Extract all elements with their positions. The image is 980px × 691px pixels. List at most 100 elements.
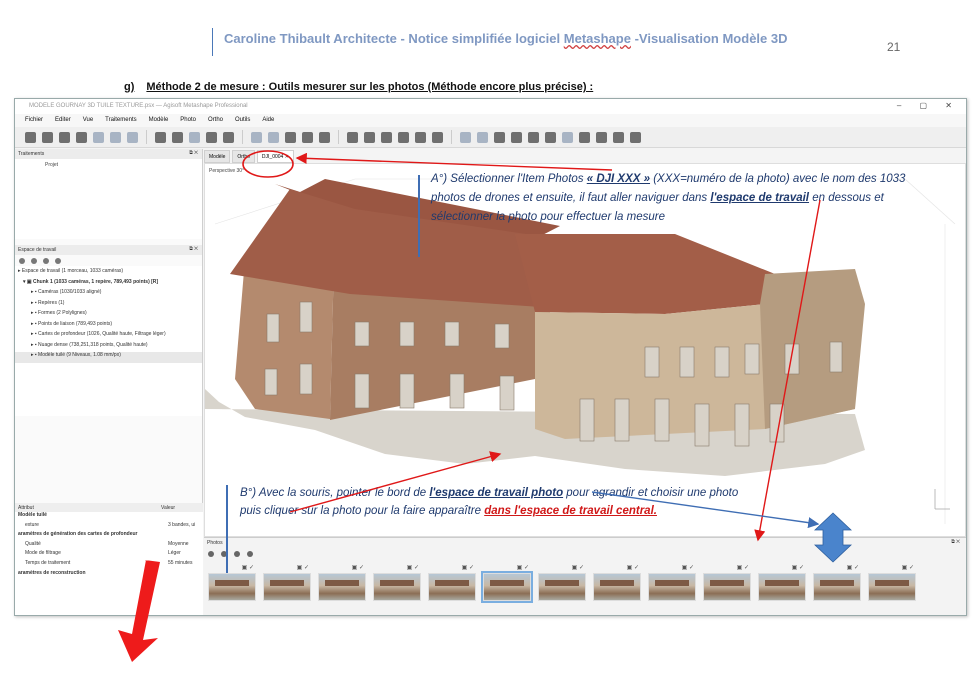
check-icon: ▣ ✓ (681, 565, 694, 571)
view-tabs: Modèle Ortho DJI_0004 ✕ (204, 150, 294, 163)
photo-thumbnail[interactable]: ▣ ✓ (813, 564, 861, 604)
menu-item-7[interactable]: Outils (235, 117, 250, 127)
menu-item-8[interactable]: Aide (262, 117, 274, 127)
toolbar-tool-icon[interactable] (494, 131, 505, 143)
toolbar-tool-icon[interactable] (545, 131, 556, 143)
photo-thumbnail[interactable]: ▣ ✓ (593, 564, 641, 604)
toolbar-tool-icon[interactable] (562, 131, 573, 143)
annotation-a: A°) Sélectionner l'Item Photos « DJI XXX… (431, 173, 906, 223)
toolbar-tool-icon[interactable] (347, 131, 358, 143)
menu-item-3[interactable]: Traitements (105, 117, 136, 127)
tab-ortho[interactable]: Ortho (232, 150, 255, 163)
workspace-tree-item[interactable]: ▸ ▪ Caméras (1030/1033 aligné) (15, 289, 202, 300)
menu-item-4[interactable]: Modèle (149, 117, 169, 127)
workspace-tree-item[interactable]: ▸ Espace de travail (1 morceau, 1033 cam… (15, 268, 202, 279)
photo-thumbnail[interactable]: ▣ ✓ (648, 564, 696, 604)
toolbar-tool-icon[interactable] (579, 131, 590, 143)
workspace-tree-item[interactable]: ▸ ▪ Points de liaison (789,493 points) (15, 321, 202, 332)
properties-panel: Attribut Valeur Modèle tuilé exture 3 bande… (15, 503, 203, 615)
toolbar-tool-icon[interactable] (189, 131, 200, 143)
photo-thumbnail[interactable]: ▣ ✓ (263, 564, 311, 604)
tab-mod-le[interactable]: Modèle (204, 150, 231, 163)
toolbar-tool-icon[interactable] (93, 131, 104, 143)
photo-thumbnail[interactable]: ▣ ✓ (868, 564, 916, 604)
menu-item-6[interactable]: Ortho (208, 117, 223, 127)
toolbar (15, 127, 966, 148)
toolbar-tool-icon[interactable] (528, 131, 539, 143)
toolbar-separator (338, 130, 339, 144)
tab-dji-0004[interactable]: DJI_0004 ✕ (256, 150, 294, 163)
toolbar-tool-icon[interactable] (127, 131, 138, 143)
photos-panel[interactable]: Photos ⧉ ✕ ▣ ✓ ▣ ✓ ▣ ✓ ▣ ✓ ▣ ✓ ▣ ✓ ▣ ✓ ▣ ✓ ▣ ✓ ▣ ✓… (204, 537, 966, 615)
record-icon[interactable] (43, 257, 49, 264)
toolbar-tool-icon[interactable] (511, 131, 522, 143)
toolbar-tool-icon[interactable] (477, 131, 488, 143)
stop-icon[interactable] (55, 257, 61, 264)
toolbar-tool-icon[interactable] (76, 131, 87, 143)
workspace-tree-item[interactable]: ▸ ▪ Modèle tuilé (9 Niveaux, 1.08 mm/px) (15, 352, 202, 363)
workspace-tree-item[interactable]: ▸ ▪ Formes (2 Polylignes) (15, 310, 202, 321)
toolbar-tool-icon[interactable] (223, 131, 234, 143)
check-icon: ▣ ✓ (351, 565, 364, 571)
toolbar-tool-icon[interactable] (110, 131, 121, 143)
photo-thumbnail[interactable]: ▣ ✓ (703, 564, 751, 604)
toolbar-tool-icon[interactable] (364, 131, 375, 143)
workspace-tree-item[interactable]: ▸ ▪ Cartes de profondeur (1026, Qualité … (15, 331, 202, 342)
photos-panel-header: Photos ⧉ ✕ (207, 539, 960, 546)
menu-item-5[interactable]: Photo (180, 117, 196, 127)
toolbar-separator (146, 130, 147, 144)
toolbar-tool-icon[interactable] (172, 131, 183, 143)
menu-item-1[interactable]: Editer (55, 117, 71, 127)
toolbar-tool-icon[interactable] (155, 131, 166, 143)
check-icon: ▣ ✓ (406, 565, 419, 571)
workspace-toolbar (15, 255, 202, 266)
workspace-tree-item[interactable]: ▸ ▪ Nuage dense (738,251,318 points, Qua… (15, 342, 202, 353)
check-icon: ▣ ✓ (516, 565, 529, 571)
section-heading: g) Méthode 2 de mesure : Outils mesurer s… (124, 81, 594, 93)
property-row: exture 3 bandes, ui (25, 521, 196, 528)
workspace-tree-item[interactable]: ▾ ▣ Chunk 1 (1033 caméras, 1 repère, 789… (15, 279, 202, 290)
traitements-panel: Projet (15, 159, 202, 239)
toolbar-tool-icon[interactable] (25, 131, 36, 143)
toolbar-tool-icon[interactable] (319, 131, 330, 143)
photo-thumbnail[interactable]: ▣ ✓ (481, 564, 533, 604)
toolbar-tool-icon[interactable] (432, 131, 443, 143)
remove-icon[interactable] (234, 551, 240, 557)
toolbar-tool-icon[interactable] (630, 131, 641, 143)
toolbar-tool-icon[interactable] (285, 131, 296, 143)
toolbar-tool-icon[interactable] (268, 131, 279, 143)
toolbar-tool-icon[interactable] (398, 131, 409, 143)
menu-item-0[interactable]: Fichier (25, 117, 43, 127)
annotation-b-bar (226, 485, 228, 573)
viewport-label: Perspective 30° (209, 168, 245, 174)
window-controls[interactable]: – ▢ ✕ (897, 101, 960, 110)
toolbar-tool-icon[interactable] (59, 131, 70, 143)
photo-thumbnail[interactable]: ▣ ✓ (373, 564, 421, 604)
property-row: Qualité Moyenne (25, 540, 189, 547)
check-icon: ▣ ✓ (901, 565, 914, 571)
window-title-bar: MODELE GOURNAY 3D TUILE TEXTURE.psx — Ag… (15, 99, 966, 114)
workspace-tree-item[interactable]: ▸ ▪ Repères (1) (15, 300, 202, 311)
photo-thumbnail[interactable]: ▣ ✓ (538, 564, 586, 604)
toolbar-tool-icon[interactable] (42, 131, 53, 143)
enable-icon[interactable] (208, 551, 214, 557)
toolbar-tool-icon[interactable] (302, 131, 313, 143)
photo-thumbnail[interactable]: ▣ ✓ (758, 564, 806, 604)
remove-icon[interactable] (31, 257, 37, 264)
toolbar-tool-icon[interactable] (206, 131, 217, 143)
menu-item-2[interactable]: Vue (83, 117, 93, 127)
check-icon: ▣ ✓ (296, 565, 309, 571)
view-mode-icon[interactable] (247, 551, 253, 557)
toolbar-tool-icon[interactable] (460, 131, 471, 143)
toolbar-tool-icon[interactable] (613, 131, 624, 143)
page-number: 21 (887, 40, 901, 54)
toolbar-tool-icon[interactable] (381, 131, 392, 143)
property-row: aramètres de génération des cartes de pr… (18, 531, 138, 538)
toolbar-tool-icon[interactable] (415, 131, 426, 143)
add-icon[interactable] (19, 257, 25, 264)
photo-thumbnail[interactable]: ▣ ✓ (208, 564, 256, 604)
photo-thumbnail[interactable]: ▣ ✓ (428, 564, 476, 604)
toolbar-tool-icon[interactable] (251, 131, 262, 143)
photo-thumbnail[interactable]: ▣ ✓ (318, 564, 366, 604)
toolbar-tool-icon[interactable] (596, 131, 607, 143)
